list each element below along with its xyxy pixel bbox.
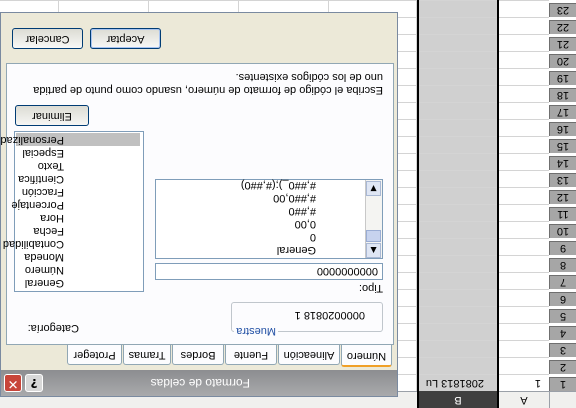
row-header[interactable]: 9 bbox=[549, 241, 576, 255]
column-header-a[interactable]: A bbox=[498, 391, 549, 408]
select-all-corner[interactable] bbox=[549, 391, 576, 408]
category-item[interactable]: Fracción bbox=[16, 185, 140, 198]
ok-button[interactable]: Aceptar bbox=[90, 28, 161, 49]
type-option[interactable]: #,##0,00 bbox=[273, 192, 316, 204]
row-header[interactable]: 15 bbox=[549, 139, 576, 153]
row-header[interactable]: 23 bbox=[549, 3, 576, 17]
row-header[interactable]: 8 bbox=[549, 258, 576, 272]
row-header[interactable]: 7 bbox=[549, 275, 576, 289]
row-header[interactable]: 2 bbox=[549, 360, 576, 374]
sample-value: 0000020818 1 bbox=[294, 309, 365, 321]
category-item[interactable]: Porcentaje bbox=[11, 198, 140, 211]
category-item[interactable]: Contabilidad bbox=[3, 237, 140, 250]
category-item[interactable]: Fecha bbox=[16, 224, 140, 237]
selected-column-b bbox=[417, 0, 498, 391]
help-button[interactable]: ? bbox=[25, 374, 43, 392]
type-option[interactable]: 0 bbox=[310, 231, 316, 243]
number-tab-panel: Categoría: Muestra 0000020818 1 Tipo: 00… bbox=[0, 63, 394, 345]
category-item[interactable]: Especial bbox=[16, 146, 140, 159]
scroll-thumb[interactable] bbox=[366, 230, 381, 242]
type-option[interactable]: #,##0_);(#,##0) bbox=[241, 179, 316, 191]
row-header[interactable]: 10 bbox=[549, 224, 576, 238]
category-label: Categoría: bbox=[27, 322, 79, 334]
scroll-up-arrow-icon[interactable]: ▲ bbox=[366, 243, 381, 258]
row-header[interactable]: 6 bbox=[549, 292, 576, 306]
type-list-scrollbar[interactable]: ▲ ▼ bbox=[365, 180, 382, 258]
row-header[interactable]: 13 bbox=[549, 173, 576, 187]
type-option[interactable]: 0,00 bbox=[295, 218, 316, 230]
tab-bordes[interactable]: Bordes bbox=[172, 345, 224, 365]
row-header[interactable]: 14 bbox=[549, 156, 576, 170]
tab-tramas[interactable]: Tramas bbox=[123, 345, 171, 365]
row-header[interactable]: 16 bbox=[549, 122, 576, 136]
format-description: Escriba el código de formato de número, … bbox=[33, 71, 383, 96]
row-header[interactable]: 21 bbox=[549, 37, 576, 51]
row-header[interactable]: 17 bbox=[549, 105, 576, 119]
row-header[interactable]: 1 bbox=[549, 377, 576, 391]
category-item[interactable]: Hora bbox=[16, 211, 140, 224]
row-header[interactable]: 22 bbox=[549, 20, 576, 34]
category-item[interactable]: Científica bbox=[16, 172, 140, 185]
category-list[interactable]: General Número Moneda Contabilidad Fecha… bbox=[0, 131, 144, 292]
row-header[interactable]: 3 bbox=[549, 343, 576, 357]
type-option[interactable]: #,##0 bbox=[288, 205, 316, 217]
row-header[interactable]: 19 bbox=[549, 71, 576, 85]
close-button[interactable]: ✕ bbox=[4, 374, 22, 392]
tab-proteger[interactable]: Proteger bbox=[67, 345, 122, 365]
cancel-button[interactable]: Cancelar bbox=[12, 28, 83, 49]
row-headers: 1 2 3 4 5 6 7 8 9 10 11 12 13 14 15 16 17 18 19 20 21 22 23 bbox=[549, 0, 576, 391]
row-header[interactable]: 4 bbox=[549, 326, 576, 340]
type-label: Tipo: bbox=[358, 282, 383, 294]
type-list[interactable]: ▲ ▼ General 0 0,00 #,##0 #,##0,00 #,##0_… bbox=[155, 179, 383, 259]
category-item[interactable]: Moneda bbox=[16, 250, 140, 263]
row-header[interactable]: 11 bbox=[549, 207, 576, 221]
cell-a1[interactable]: 1 bbox=[535, 377, 541, 389]
dialog-tabs: Número Alineación Fuente Bordes Tramas P… bbox=[1, 345, 397, 367]
category-item-selected[interactable]: Personalizada bbox=[0, 133, 140, 146]
column-header-b[interactable]: B bbox=[417, 391, 498, 408]
tab-alineacion[interactable]: Alineación bbox=[278, 345, 340, 365]
delete-button[interactable]: Eliminar bbox=[15, 105, 89, 126]
dialog-title: Formato de celdas bbox=[150, 376, 250, 390]
row-header[interactable]: 20 bbox=[549, 54, 576, 68]
tab-numero[interactable]: Número bbox=[341, 345, 392, 367]
dialog-title-bar[interactable]: Formato de celdas ? ✕ bbox=[1, 370, 397, 396]
selection-border-left bbox=[497, 0, 499, 408]
category-item[interactable]: Texto bbox=[16, 159, 140, 172]
row-header[interactable]: 12 bbox=[549, 190, 576, 204]
scroll-down-arrow-icon[interactable]: ▼ bbox=[366, 181, 381, 196]
sample-legend: Muestra bbox=[234, 325, 278, 337]
row-header[interactable]: 18 bbox=[549, 88, 576, 102]
type-input[interactable]: 0000000000 bbox=[155, 263, 383, 280]
category-item[interactable]: General bbox=[16, 276, 140, 289]
tab-fuente[interactable]: Fuente bbox=[225, 345, 277, 365]
category-item[interactable]: Número bbox=[16, 263, 140, 276]
selection-border-right bbox=[417, 0, 419, 408]
cell-b1[interactable]: 2081813 Lu bbox=[426, 377, 484, 389]
row-header[interactable]: 5 bbox=[549, 309, 576, 323]
type-option[interactable]: General bbox=[277, 244, 316, 256]
format-cells-dialog: Formato de celdas ? ✕ Número Alineación … bbox=[0, 12, 398, 397]
